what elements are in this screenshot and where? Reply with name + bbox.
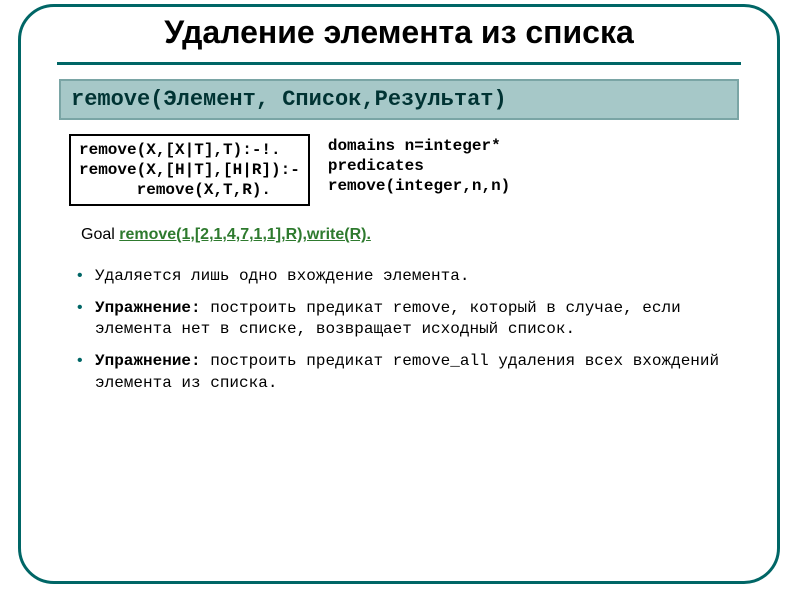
goal-line: Goal remove(1,[2,1,4,7,1,1],R),write(R).: [81, 226, 749, 244]
code-definition-box: remove(X,[X|T],T):-!. remove(X,[H|T],[H|…: [69, 134, 310, 206]
signature-text: remove(Элемент, Список,Результат): [71, 87, 727, 112]
code-row: remove(X,[X|T],T):-!. remove(X,[H|T],[H|…: [69, 134, 739, 206]
title-divider: [57, 62, 741, 65]
bullet-text: Удаляется лишь одно вхождение элемента.: [95, 267, 469, 285]
list-item: Упражнение: построить предикат remove_al…: [75, 351, 733, 394]
bullet-bold: Упражнение:: [95, 299, 201, 317]
goal-label: Goal: [81, 226, 119, 243]
signature-bar: remove(Элемент, Список,Результат): [59, 79, 739, 120]
slide-frame: Удаление элемента из списка remove(Элеме…: [18, 4, 780, 584]
declarations-text: domains n=integer* predicates remove(int…: [328, 134, 510, 196]
bullet-bold: Упражнение:: [95, 352, 201, 370]
list-item: Удаляется лишь одно вхождение элемента.: [75, 266, 733, 288]
goal-code: remove(1,[2,1,4,7,1,1],R),write(R).: [119, 226, 371, 243]
bullet-list: Удаляется лишь одно вхождение элемента. …: [75, 266, 733, 394]
list-item: Упражнение: построить предикат remove, к…: [75, 298, 733, 341]
slide-title: Удаление элемента из списка: [49, 15, 749, 56]
